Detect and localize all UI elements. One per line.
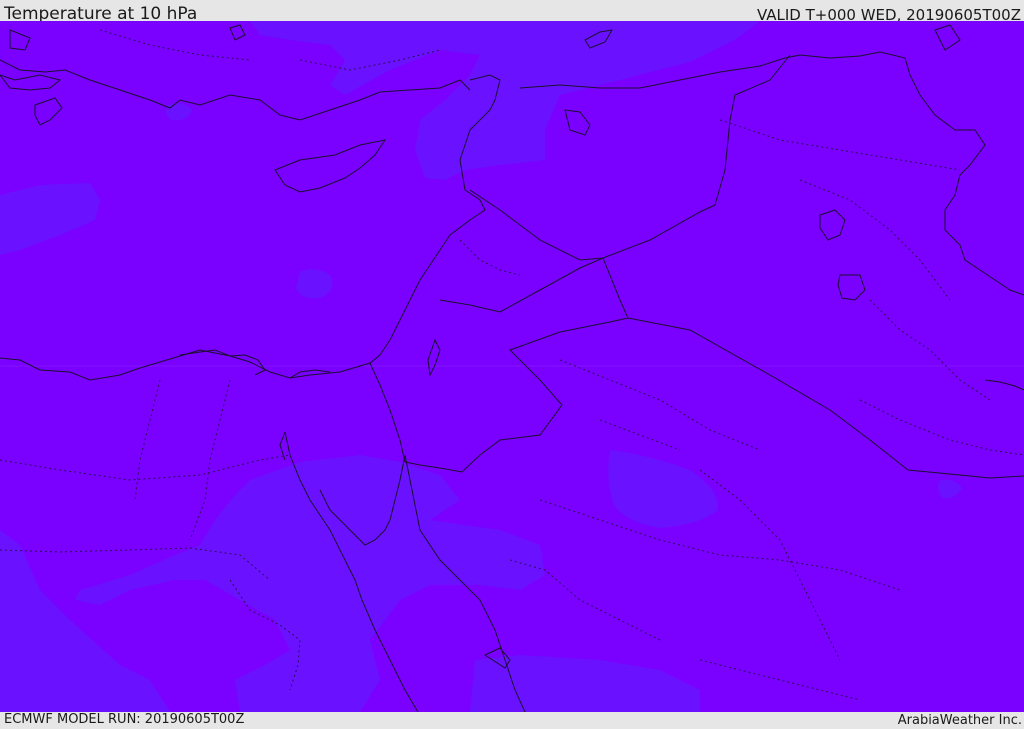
model-run-label: ECMWF MODEL RUN: 20190605T00Z bbox=[4, 712, 245, 727]
footer-bar: ECMWF MODEL RUN: 20190605T00Z ArabiaWeat… bbox=[0, 712, 1024, 729]
temperature-map bbox=[0, 21, 1024, 712]
map-frame: Temperature at 10 hPa VALID T+000 WED, 2… bbox=[0, 0, 1024, 729]
credit-label: ArabiaWeather Inc. bbox=[897, 713, 1022, 728]
map-panel bbox=[0, 21, 1024, 712]
header-bar: Temperature at 10 hPa VALID T+000 WED, 2… bbox=[0, 0, 1024, 24]
